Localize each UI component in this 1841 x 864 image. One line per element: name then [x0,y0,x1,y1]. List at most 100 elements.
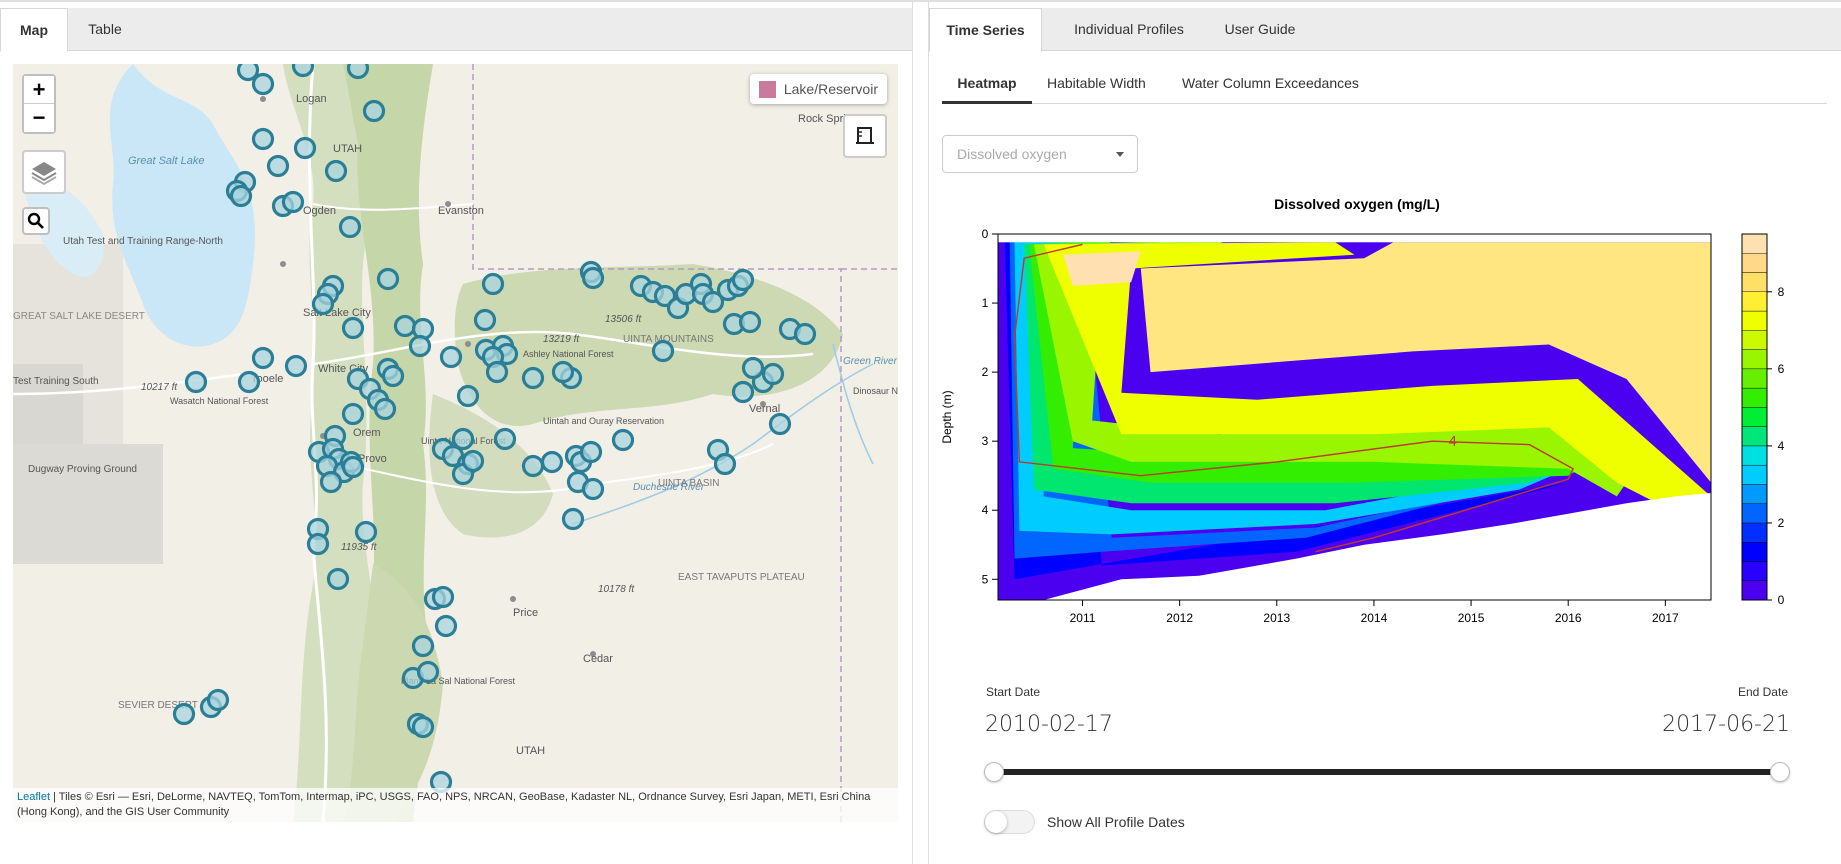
chart-panel: Time Series Individual Profiles User Gui… [928,2,1841,864]
site-marker[interactable] [184,370,208,394]
site-marker[interactable] [229,184,253,208]
site-marker[interactable] [561,507,585,531]
y-axis: 0 1 2 3 4 5 [982,227,998,586]
site-marker[interactable] [540,450,564,474]
site-marker[interactable] [713,452,737,476]
site-marker[interactable] [206,688,230,712]
site-marker[interactable] [461,449,485,473]
show-all-dates-toggle[interactable] [984,810,1035,834]
site-marker[interactable] [373,397,397,421]
site-marker[interactable] [521,454,545,478]
site-marker[interactable] [741,356,765,380]
subtab-habitable-width[interactable]: Habitable Width [1047,62,1146,104]
date-range-slider[interactable] [994,769,1781,775]
site-marker[interactable] [251,346,275,370]
subtab-water-column-exceedances[interactable]: Water Column Exceedances [1182,62,1359,104]
layers-icon [31,162,57,186]
colorbar-tick-label: 6 [1778,362,1785,376]
end-date-handle[interactable] [1770,762,1790,782]
site-marker[interactable] [237,370,261,394]
tab-individual-profiles[interactable]: Individual Profiles [1061,8,1197,51]
map-legend: Lake/Reservoir [749,74,887,104]
colorbar-step [1741,464,1768,485]
site-marker[interactable] [551,360,575,384]
site-marker[interactable] [731,268,755,292]
site-marker[interactable] [341,402,365,426]
site-marker[interactable] [493,427,517,451]
y-tick-label: 0 [982,227,989,241]
start-date-handle[interactable] [984,762,1004,782]
site-marker[interactable] [311,292,335,316]
site-marker[interactable] [326,567,350,591]
site-marker[interactable] [266,154,290,178]
site-marker[interactable] [651,339,675,363]
site-marker[interactable] [393,314,417,338]
site-marker[interactable] [731,380,755,404]
site-marker[interactable] [439,345,463,369]
site-marker[interactable] [281,190,305,214]
site-marker[interactable] [411,715,435,739]
site-marker[interactable] [793,322,817,346]
site-marker[interactable] [416,660,440,684]
site-marker[interactable] [291,64,315,78]
site-marker[interactable] [434,614,458,638]
toggle-knob [985,811,1007,833]
map-view[interactable]: Logan UTAH Great Salt Lake Ogden Evansto… [13,64,898,822]
site-marker[interactable] [738,310,762,334]
site-marker[interactable] [485,360,509,384]
site-marker[interactable] [473,308,497,332]
site-marker[interactable] [579,440,603,464]
site-marker[interactable] [362,99,386,123]
site-marker[interactable] [381,364,405,388]
site-marker[interactable] [611,428,635,452]
sub-tabbar: Heatmap Habitable Width Water Column Exc… [942,62,1827,104]
tab-time-series[interactable]: Time Series [929,8,1042,52]
site-marker[interactable] [319,470,343,494]
tab-table[interactable]: Table [72,8,138,51]
measure-button[interactable] [843,114,887,158]
site-marker[interactable] [341,316,365,340]
site-marker[interactable] [408,334,432,358]
site-marker[interactable] [354,520,378,544]
colorbar-step [1741,503,1768,524]
site-marker[interactable] [324,159,348,183]
site-marker[interactable] [341,455,365,479]
colorbar-step [1741,310,1768,331]
colorbar-step [1741,253,1768,273]
heatmap-fill: 4 [998,234,1711,600]
site-marker[interactable] [293,136,317,160]
parameter-select[interactable]: Dissolved oxygen [942,135,1138,173]
tab-user-guide[interactable]: User Guide [1210,8,1310,51]
colorbar: 0 2 4 6 8 [1741,233,1785,607]
colorbar-step [1741,349,1768,370]
layers-button[interactable] [22,150,66,194]
heatmap-chart: Dissolved oxygen (mg/L) Depth (m) 4 2011… [929,187,1841,632]
site-marker[interactable] [251,127,275,151]
tab-map[interactable]: Map [0,8,68,52]
site-marker[interactable] [581,477,605,501]
zoom-out-button[interactable]: − [24,104,54,132]
site-marker[interactable] [306,532,330,556]
site-marker[interactable] [581,266,605,290]
site-marker[interactable] [761,362,785,386]
subtab-heatmap[interactable]: Heatmap [942,62,1032,104]
site-marker[interactable] [346,64,370,80]
search-button[interactable] [22,207,50,235]
site-marker[interactable] [172,702,196,726]
site-marker[interactable] [376,267,400,291]
site-marker[interactable] [431,585,455,609]
colorbar-tick-label: 0 [1778,593,1785,607]
site-marker[interactable] [481,272,505,296]
site-marker[interactable] [768,412,792,436]
site-marker[interactable] [251,72,275,96]
site-marker[interactable] [456,384,480,408]
y-tick-label: 2 [982,365,989,379]
site-marker[interactable] [338,215,362,239]
site-marker[interactable] [411,634,435,658]
site-marker[interactable] [284,354,308,378]
zoom-in-button[interactable]: + [24,76,54,104]
leaflet-link[interactable]: Leaflet [17,791,50,803]
colorbar-step [1741,561,1768,581]
site-marker[interactable] [521,366,545,390]
legend-label: Lake/Reservoir [783,81,878,97]
